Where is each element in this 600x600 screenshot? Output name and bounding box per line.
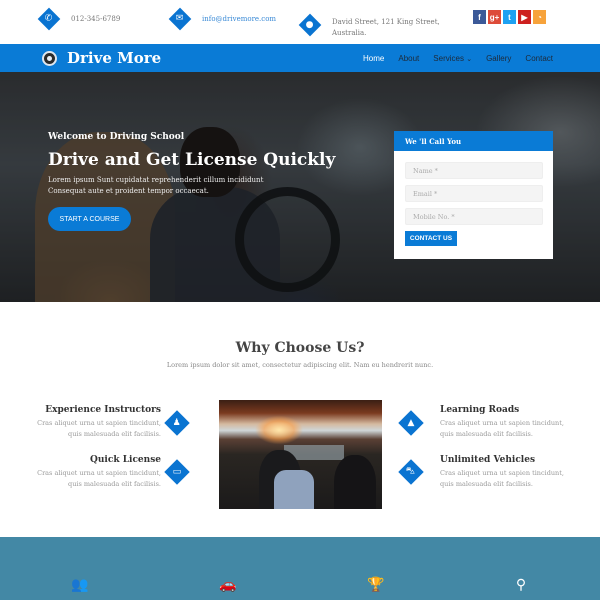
nav-gallery[interactable]: Gallery xyxy=(479,54,518,63)
start-course-button[interactable]: START A COURSE xyxy=(48,207,131,231)
feature-title: Quick License xyxy=(90,455,161,465)
section-subtitle: Lorem ipsum dolor sit amet, consectetur … xyxy=(166,361,434,369)
map-marker-icon: ⚲ xyxy=(515,577,527,593)
photo-passenger xyxy=(334,455,376,509)
chevron-down-icon: ⌄ xyxy=(466,55,473,63)
feature-experience-instructors: Experience Instructors Cras aliquet urna… xyxy=(1,405,161,440)
address-line-1: David Street, 121 King Street, xyxy=(332,18,440,26)
feature-desc-line-2: quis malesuada elit facilisis. xyxy=(68,430,161,438)
users-icon: 👥 xyxy=(71,577,89,593)
feature-title: Experience Instructors xyxy=(45,405,161,415)
map-marker-icon: ● xyxy=(298,13,322,37)
callback-form: We 'll Call You Name * Email * Mobile No… xyxy=(394,131,553,259)
hero-title: Drive and Get License Quickly xyxy=(48,150,336,170)
stats-band: 👥 🚗 🏆 ⚲ xyxy=(0,537,600,600)
email-input[interactable]: Email * xyxy=(405,185,543,202)
car-icon: 🚗 xyxy=(219,577,237,593)
nav-services[interactable]: Services ⌄ xyxy=(426,54,479,63)
social-links: f g+ t ▶ ◔ xyxy=(473,10,546,24)
feature-desc-line-2: quis malesuada elit facilisis. xyxy=(440,480,533,488)
nav-services-label: Services xyxy=(433,53,464,63)
photo-driver-shirt xyxy=(274,470,314,509)
top-contact-bar: ✆ 012-345-6789 ✉ info@drivemore.com ● Da… xyxy=(0,0,600,44)
feature-quick-license: Quick License Cras aliquet urna ut sapie… xyxy=(1,455,161,490)
car-interior-photo xyxy=(219,400,382,509)
google-plus-icon[interactable]: g+ xyxy=(488,10,501,24)
feature-desc-line-1: Cras aliquet urna ut sapien tincidunt, xyxy=(440,469,564,477)
facebook-icon[interactable]: f xyxy=(473,10,486,24)
feature-desc: Cras aliquet urna ut sapien tincidunt, qu… xyxy=(1,468,161,490)
feature-learning-roads: Learning Roads Cras aliquet urna ut sapi… xyxy=(440,405,600,440)
hero-description: Lorem ipsum Sunt cupidatat reprehenderit… xyxy=(48,175,298,197)
phone-number: 012-345-6789 xyxy=(71,14,121,23)
phone-contact: ✆ 012-345-6789 xyxy=(37,7,121,31)
twitter-icon[interactable]: t xyxy=(503,10,516,24)
feature-title: Learning Roads xyxy=(440,405,520,415)
phone-icon: ✆ xyxy=(37,7,61,31)
feature-desc-line-1: Cras aliquet urna ut sapien tincidunt, xyxy=(440,419,564,427)
nav-home[interactable]: Home xyxy=(356,54,391,63)
feature-title: Unlimited Vehicles xyxy=(440,455,536,465)
instructor-icon: ♟ xyxy=(164,410,190,436)
section-title: Why Choose Us? xyxy=(235,340,365,356)
hero-subtitle: Welcome to Driving School xyxy=(48,132,185,142)
nav-contact[interactable]: Contact xyxy=(518,54,560,63)
road-icon: ▲ xyxy=(398,410,424,436)
envelope-icon: ✉ xyxy=(168,7,192,31)
address-line-2: Australia. xyxy=(332,29,367,37)
email-link[interactable]: info@drivemore.com xyxy=(202,14,276,25)
feature-desc: Cras aliquet urna ut sapien tincidunt, qu… xyxy=(440,468,600,490)
trophy-icon: 🏆 xyxy=(367,577,385,593)
hero-banner: Welcome to Driving School Drive and Get … xyxy=(0,72,600,302)
car-icon: ⛍ xyxy=(398,459,424,485)
address-contact: ● David Street, 121 King Street, Austral… xyxy=(298,11,440,39)
nav-about[interactable]: About xyxy=(391,54,426,63)
email-contact: ✉ info@drivemore.com xyxy=(168,7,276,31)
brand-logo[interactable]: Drive More xyxy=(67,49,161,67)
contact-us-button[interactable]: CONTACT US xyxy=(405,231,457,246)
feature-desc-line-2: quis malesuada elit facilisis. xyxy=(68,480,161,488)
steering-wheel-logo-icon[interactable] xyxy=(42,51,57,66)
feature-desc: Cras aliquet urna ut sapien tincidunt, qu… xyxy=(1,418,161,440)
nav-menu: Home About Services ⌄ Gallery Contact xyxy=(356,44,560,72)
address-text: David Street, 121 King Street, Australia… xyxy=(332,17,440,39)
callback-form-title: We 'll Call You xyxy=(394,131,553,151)
rss-icon[interactable]: ◔ xyxy=(533,10,546,24)
feature-unlimited-vehicles: Unlimited Vehicles Cras aliquet urna ut … xyxy=(440,455,600,490)
feature-desc-line-1: Cras aliquet urna ut sapien tincidunt, xyxy=(37,469,161,477)
feature-desc-line-1: Cras aliquet urna ut sapien tincidunt, xyxy=(37,419,161,427)
mobile-input[interactable]: Mobile No. * xyxy=(405,208,543,225)
hero-desc-line-2: Consequat aute et proident tempor occaec… xyxy=(48,187,209,195)
credit-card-icon: ▭ xyxy=(164,459,190,485)
feature-desc: Cras aliquet urna ut sapien tincidunt, qu… xyxy=(440,418,600,440)
hero-desc-line-1: Lorem ipsum Sunt cupidatat reprehenderit… xyxy=(48,176,264,184)
youtube-icon[interactable]: ▶ xyxy=(518,10,531,24)
feature-desc-line-2: quis malesuada elit facilisis. xyxy=(440,430,533,438)
name-input[interactable]: Name * xyxy=(405,162,543,179)
main-navbar: Drive More Home About Services ⌄ Gallery… xyxy=(0,44,600,72)
